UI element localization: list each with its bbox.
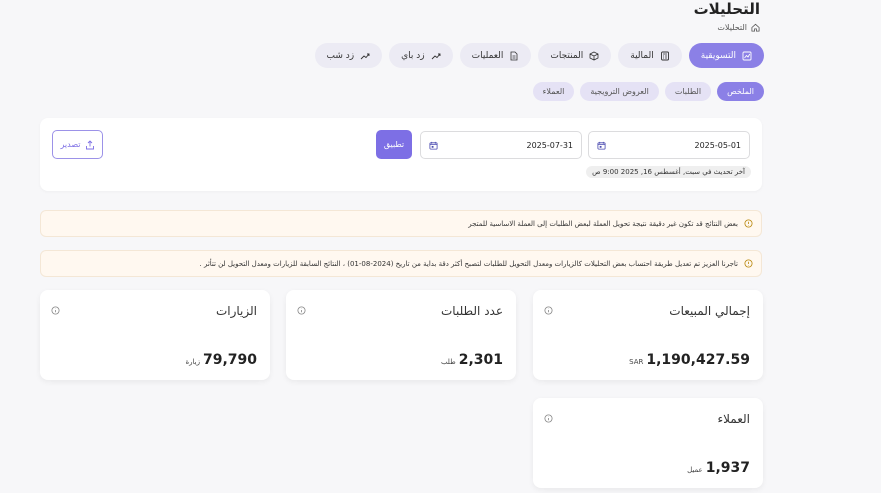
calendar-icon <box>597 141 606 150</box>
document-icon <box>510 51 518 60</box>
page-title: التحليلات <box>693 0 760 18</box>
tab-label: المنتجات <box>550 50 584 61</box>
kpi-number: 1,190,427.59 <box>646 352 750 368</box>
tab-operations[interactable]: العمليات <box>459 43 532 68</box>
tab-label: العمليات <box>471 50 504 61</box>
date-from-input[interactable]: 2025-05-01 <box>588 131 750 159</box>
tab-label: زد باي <box>401 50 425 61</box>
subtab-promotions[interactable]: العروض الترويجية <box>580 82 659 101</box>
kpi-unit: زيارة <box>185 358 200 366</box>
last-update-badge: آخر تحديث في سبت, أغسطس 16, 2025 9:00 ص <box>586 166 751 178</box>
export-label: تصدير <box>60 140 81 149</box>
kpi-unit: SAR <box>629 358 644 366</box>
notice-text: تاجرنا العزيز تم تعديل طريقة احتساب بعض … <box>199 259 739 268</box>
info-icon[interactable] <box>297 306 306 315</box>
info-icon[interactable] <box>544 306 553 315</box>
notice-text: بعض النتائج قد تكون غير دقيقة نتيجة تحوي… <box>468 219 738 228</box>
tab-financial[interactable]: المالية <box>618 43 682 68</box>
subtab-orders[interactable]: الطلبات <box>664 82 712 101</box>
date-to-input[interactable]: 2025-07-31 <box>420 131 582 159</box>
kpi-unit: طلب <box>440 358 456 366</box>
kpi-number: 79,790 <box>202 352 257 368</box>
kpi-card-visits: الزيارات 79,790 زيارة <box>40 290 270 380</box>
kpi-card-sales: إجمالي المبيعات 1,190,427.59 SAR <box>533 290 763 380</box>
tab-zid-pay[interactable]: زد باي <box>389 43 453 68</box>
kpi-number: 2,301 <box>458 352 503 368</box>
breadcrumb-item[interactable]: التحليلات <box>717 23 747 32</box>
tab-zid-ship[interactable]: زد شب <box>314 43 383 68</box>
kpi-card-customers: العملاء 1,937 عميل <box>533 398 763 488</box>
kpi-number: 1,937 <box>705 460 750 476</box>
date-from-value: 2025-05-01 <box>694 140 742 150</box>
trend-icon <box>360 53 370 59</box>
kpi-title: عدد الطلبات <box>441 304 503 318</box>
calculator-icon <box>660 51 669 60</box>
tab-label: المالية <box>630 50 654 61</box>
kpi-title: العملاء <box>717 412 750 426</box>
subtab-summary[interactable]: الملخص <box>717 82 764 101</box>
box-icon <box>589 51 599 60</box>
subtab-customers[interactable]: العملاء <box>532 82 575 101</box>
upload-icon <box>85 139 94 149</box>
kpi-title: الزيارات <box>215 304 257 318</box>
currency-notice: بعض النتائج قد تكون غير دقيقة نتيجة تحوي… <box>40 210 762 237</box>
kpi-value: 2,301 طلب <box>441 352 503 368</box>
kpi-unit: عميل <box>687 466 703 474</box>
tab-label: التسويقية <box>700 50 736 61</box>
info-icon[interactable] <box>544 414 553 423</box>
export-button[interactable]: تصدير <box>52 130 103 159</box>
info-icon[interactable] <box>51 306 60 315</box>
kpi-value: 1,190,427.59 SAR <box>629 352 750 368</box>
kpi-card-orders: عدد الطلبات 2,301 طلب <box>286 290 516 380</box>
analytics-tabs: التسويقية المالية المنتجات العمليات زد ب… <box>314 43 764 68</box>
tab-label: زد شب <box>326 50 355 61</box>
calendar-icon <box>429 141 438 150</box>
breadcrumb: التحليلات <box>717 23 760 32</box>
trend-icon <box>431 53 441 59</box>
date-to-value: 2025-07-31 <box>526 140 574 150</box>
apply-button[interactable]: تطبيق <box>376 130 412 159</box>
tab-marketing[interactable]: التسويقية <box>688 43 764 68</box>
date-filter-card: 2025-05-01 2025-07-31 تطبيق تصدير آخر تح… <box>40 118 762 191</box>
kpi-value: 79,790 زيارة <box>185 352 257 368</box>
home-icon[interactable] <box>751 23 760 32</box>
kpi-title: إجمالي المبيعات <box>669 304 750 318</box>
summary-subtabs: الملخص الطلبات العروض الترويجية العملاء <box>532 82 764 101</box>
calculation-notice: تاجرنا العزيز تم تعديل طريقة احتساب بعض … <box>40 250 762 277</box>
tab-products[interactable]: المنتجات <box>538 43 612 68</box>
kpi-value: 1,937 عميل <box>687 460 750 476</box>
info-icon <box>744 259 753 268</box>
chart-line-icon <box>742 51 752 60</box>
info-icon <box>744 219 753 228</box>
